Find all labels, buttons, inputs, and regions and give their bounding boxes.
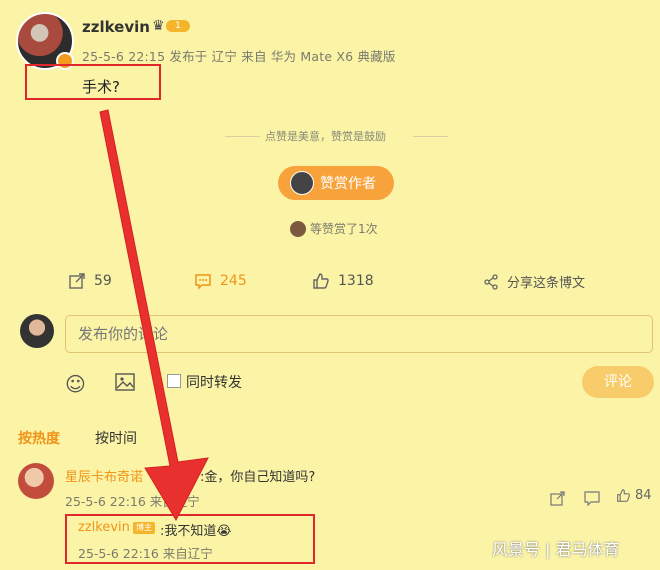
comment-meta: 25-5-6 22:16 来自辽宁 bbox=[65, 494, 200, 509]
blogger-badge: 博主 bbox=[133, 522, 155, 534]
reply-meta: 25-5-6 22:16 来自辽宁 bbox=[78, 546, 213, 561]
tab-sort-hot[interactable]: 按热度 bbox=[18, 428, 60, 448]
watermark-text: 风景号 | 君马体育 bbox=[492, 540, 620, 559]
reward-author-button[interactable]: 赞赏作者 bbox=[278, 166, 394, 200]
annotation-box-post bbox=[25, 64, 161, 100]
divider-left bbox=[225, 136, 260, 137]
repost-count: 59 bbox=[94, 273, 112, 289]
comment-like-button[interactable]: 84 bbox=[616, 488, 652, 503]
repost-button[interactable]: 59 bbox=[68, 272, 112, 290]
reward-avatar bbox=[290, 171, 314, 195]
commenter-name[interactable]: 星辰卡布奇诺 bbox=[65, 466, 143, 485]
comment-like-count: 84 bbox=[635, 488, 652, 503]
commenter-avatar[interactable] bbox=[18, 463, 54, 499]
reply-author-name[interactable]: zzlkevin bbox=[78, 520, 130, 535]
comment-repost-icon[interactable] bbox=[550, 490, 566, 506]
share-icon bbox=[484, 273, 498, 290]
comment-button[interactable]: 245 bbox=[194, 272, 247, 290]
reward-count[interactable]: 等赞赏了1次 bbox=[290, 220, 378, 237]
repost-checkbox-label: 同时转发 bbox=[186, 375, 242, 391]
author-name[interactable]: zzlkevin bbox=[82, 18, 150, 36]
reward-count-text: 等赞赏了1次 bbox=[310, 222, 378, 236]
crown-icon: ♛ bbox=[152, 18, 165, 34]
comment-text: :金，你自己知道吗? bbox=[200, 470, 316, 485]
like-button[interactable]: 1318 bbox=[312, 272, 374, 290]
reward-hint: 点赞是美意，赞赏是鼓励 bbox=[265, 130, 386, 143]
my-avatar[interactable] bbox=[20, 314, 54, 348]
submit-comment-button[interactable]: 评论 bbox=[582, 366, 654, 398]
comment-count: 245 bbox=[220, 273, 247, 289]
reward-button-label: 赞赏作者 bbox=[320, 176, 376, 192]
repost-icon bbox=[69, 273, 85, 289]
image-icon[interactable] bbox=[115, 373, 135, 391]
share-label: 分享这条博文 bbox=[507, 276, 586, 291]
comment-thumbs-up-icon bbox=[617, 489, 630, 502]
comment-reply-icon[interactable] bbox=[584, 490, 600, 506]
reply-text: :我不知道😭 bbox=[160, 524, 232, 539]
comment-input[interactable] bbox=[65, 315, 653, 353]
repost-checkbox[interactable] bbox=[167, 374, 181, 388]
rewarder-avatar bbox=[290, 220, 306, 237]
post-meta: 25-5-6 22:15 发布于 辽宁 来自 华为 Mate X6 典藏版 bbox=[82, 49, 396, 64]
share-button[interactable]: 分享这条博文 bbox=[483, 272, 585, 291]
emoji-icon[interactable]: ☺ bbox=[65, 372, 86, 396]
tab-sort-time[interactable]: 按时间 bbox=[95, 428, 137, 448]
divider-right bbox=[413, 136, 448, 137]
thumbs-up-icon bbox=[313, 273, 329, 289]
comment-icon bbox=[195, 274, 211, 290]
level-badge: 1 bbox=[166, 20, 190, 32]
like-count: 1318 bbox=[338, 273, 374, 289]
